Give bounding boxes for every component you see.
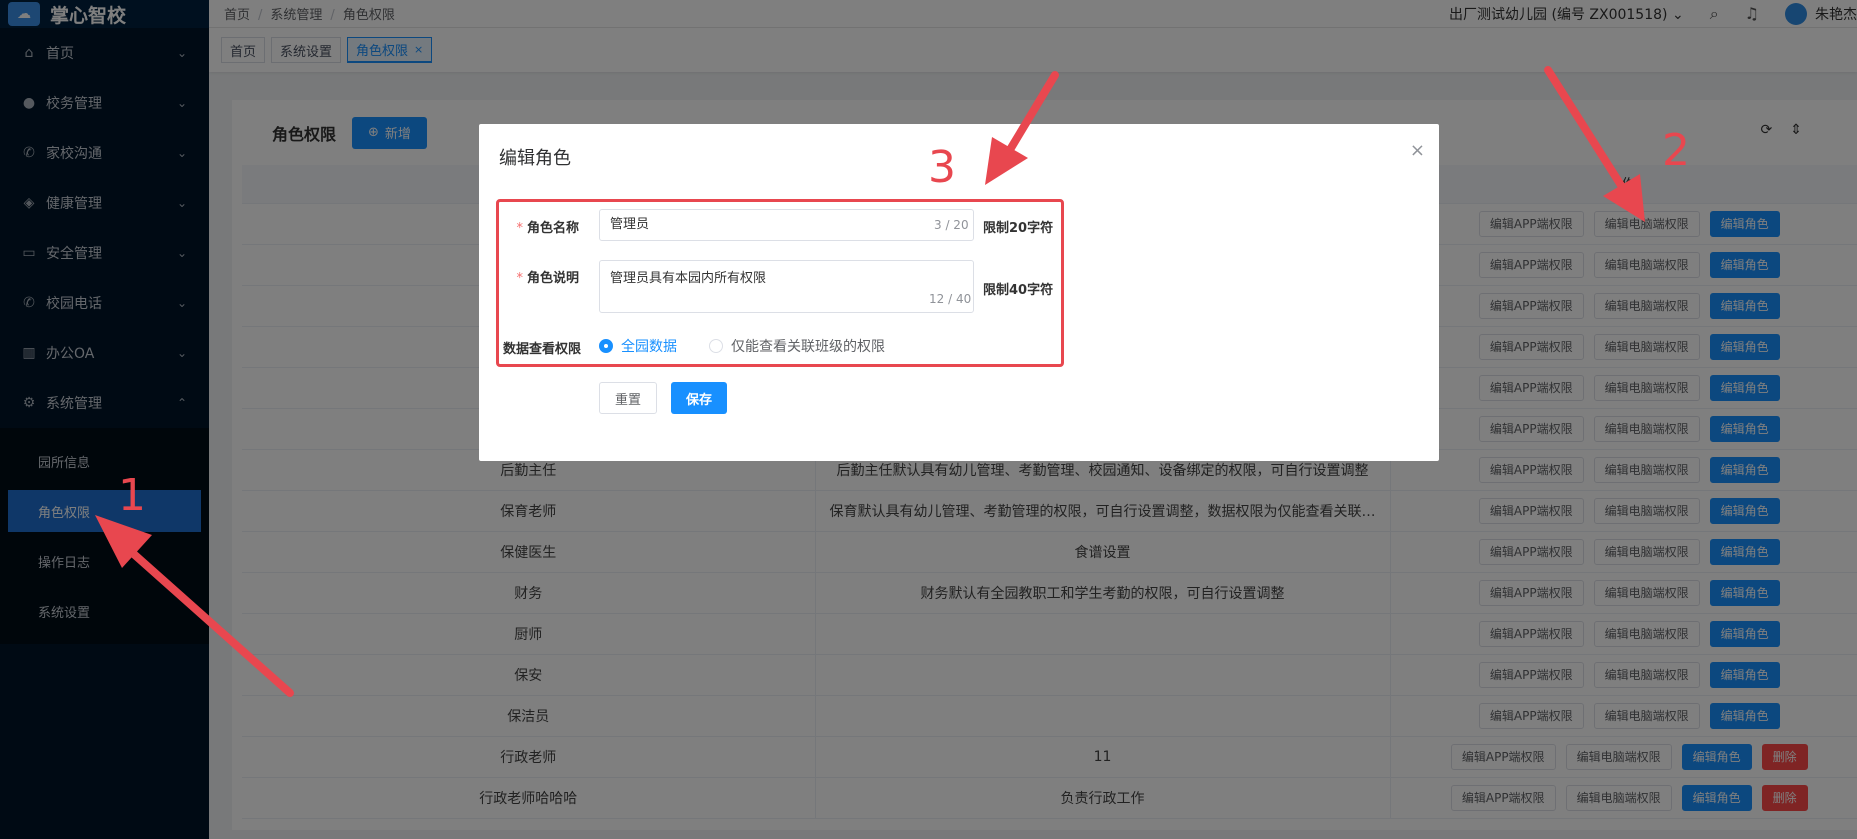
label-text: 角色说明 <box>526 271 579 286</box>
required-mark: * <box>516 221 523 236</box>
role-desc-label: * 角色说明 <box>499 267 579 286</box>
required-mark: * <box>516 271 523 286</box>
data-scope-label: 数据查看权限 <box>503 342 582 357</box>
reset-button[interactable]: 重置 <box>599 382 658 414</box>
role-name-limit: 限制20字符 <box>983 221 1054 236</box>
role-desc-limit: 限制40字符 <box>983 283 1054 298</box>
radio-checked-icon <box>599 339 613 353</box>
radio-unchecked-icon <box>709 339 723 353</box>
radio-label: 仅能查看关联班级的权限 <box>731 339 885 355</box>
annotation-number-2: 2 <box>1662 125 1690 176</box>
annotation-number-1: 1 <box>118 470 146 521</box>
annotation-number-3: 3 <box>928 142 956 193</box>
dialog-title: 编辑角色 <box>499 148 571 169</box>
close-icon[interactable]: × <box>1410 140 1425 161</box>
role-name-label: * 角色名称 <box>499 217 579 236</box>
role-name-input[interactable]: 管理员 <box>599 209 974 241</box>
role-desc-textarea[interactable]: 管理员具有本园内所有权限 <box>599 260 974 313</box>
save-button[interactable]: 保存 <box>671 382 728 414</box>
radio-label: 全园数据 <box>621 339 677 355</box>
scope-radio-class[interactable]: 仅能查看关联班级的权限 <box>709 336 885 356</box>
scope-radio-all[interactable]: 全园数据 <box>599 336 677 356</box>
role-desc-count: 12 / 40 <box>929 292 972 306</box>
role-name-count: 3 / 20 <box>934 218 969 232</box>
label-text: 角色名称 <box>526 221 579 236</box>
edit-role-dialog: 编辑角色 × * 角色名称 管理员 3 / 20 限制20字符 * 角色说明 管理员… <box>479 124 1439 461</box>
app-root: ☁ 掌心智校 ⌂ 首页 ⌄ ● 校务管理 ⌄ ✆ 家校沟通 ⌄ ◈ 健康管理 ⌄… <box>0 0 1857 839</box>
